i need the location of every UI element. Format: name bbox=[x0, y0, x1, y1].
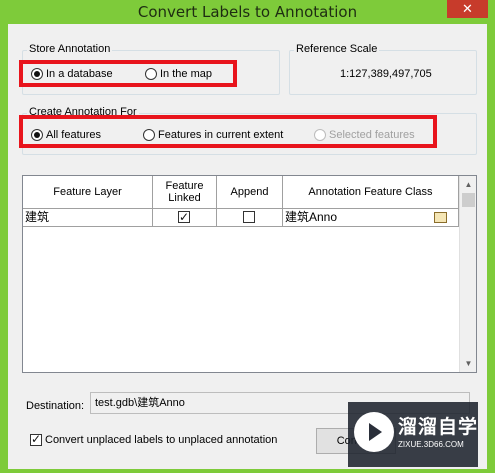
reference-scale-value: 1:127,389,497,705 bbox=[340, 68, 432, 80]
layers-table: Feature Layer Feature Linked Append Anno… bbox=[22, 175, 477, 373]
watermark: 溜溜自学 ZIXUE.3D66.COM bbox=[348, 402, 478, 467]
column-header-feature-linked[interactable]: Feature Linked bbox=[153, 176, 217, 209]
table-scrollbar[interactable]: ▲ ▼ bbox=[459, 176, 476, 372]
column-header-annotation-class[interactable]: Annotation Feature Class bbox=[283, 176, 459, 209]
close-icon[interactable]: ✕ bbox=[447, 0, 488, 18]
watermark-subtitle: ZIXUE.3D66.COM bbox=[398, 440, 464, 449]
destination-label: Destination: bbox=[26, 400, 85, 412]
play-logo-icon bbox=[354, 412, 394, 452]
title-bar: Convert Labels to Annotation ✕ bbox=[0, 0, 495, 24]
cell-annotation-class[interactable]: 建筑Anno bbox=[283, 209, 459, 227]
reference-scale-group: Reference Scale 1:127,389,497,705 bbox=[289, 43, 477, 95]
checkbox-convert-unplaced[interactable] bbox=[30, 432, 42, 446]
column-header-feature-layer[interactable]: Feature Layer bbox=[23, 176, 153, 209]
reference-scale-legend: Reference Scale bbox=[294, 43, 380, 55]
store-annotation-legend: Store Annotation bbox=[27, 43, 113, 55]
annotation-class-text: 建筑Anno bbox=[285, 210, 338, 224]
window-title: Convert Labels to Annotation bbox=[137, 3, 358, 21]
column-header-append[interactable]: Append bbox=[217, 176, 283, 209]
convert-unplaced-label: Convert unplaced labels to unplaced anno… bbox=[45, 434, 278, 446]
cell-feature-layer[interactable]: 建筑 bbox=[23, 209, 153, 227]
highlight-box-store bbox=[19, 60, 237, 87]
cell-append[interactable] bbox=[217, 209, 283, 227]
checkbox-feature-linked[interactable] bbox=[178, 209, 190, 226]
convert-unplaced-option[interactable]: Convert unplaced labels to unplaced anno… bbox=[30, 432, 278, 446]
checkbox-append[interactable] bbox=[243, 211, 255, 223]
cell-feature-linked[interactable] bbox=[153, 209, 217, 227]
watermark-title: 溜溜自学 bbox=[398, 417, 479, 438]
scroll-up-icon[interactable]: ▲ bbox=[460, 176, 477, 193]
properties-icon[interactable] bbox=[434, 212, 447, 223]
scroll-thumb[interactable] bbox=[462, 193, 475, 207]
dialog-body: Store Annotation In a database In the ma… bbox=[8, 24, 487, 469]
scroll-down-icon[interactable]: ▼ bbox=[460, 355, 477, 372]
highlight-box-create bbox=[19, 115, 437, 148]
